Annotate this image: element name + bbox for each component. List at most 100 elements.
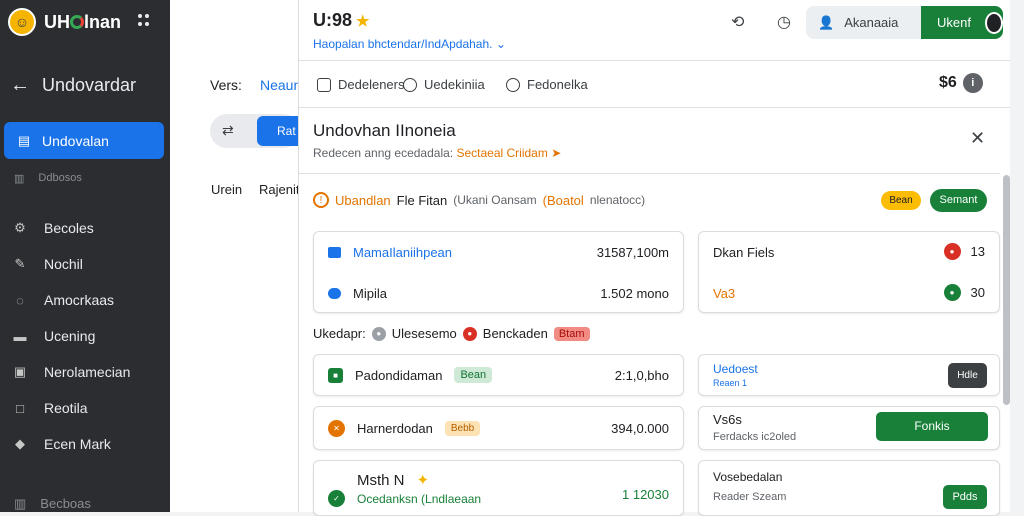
sidebar-footer[interactable]: ▥ Becboas bbox=[14, 496, 91, 512]
action-card: Vs6s Ferdacks ic2oled Fonkis bbox=[698, 406, 1000, 450]
small-green-button[interactable]: Pdds bbox=[943, 485, 987, 509]
apps-grid-icon[interactable] bbox=[138, 14, 150, 26]
sidebar-item-active[interactable]: ▤ Undovalan bbox=[4, 122, 164, 159]
tab-label: Fedonelka bbox=[527, 77, 588, 92]
row-label: Mipila bbox=[353, 286, 387, 301]
list-item[interactable]: Mipila bbox=[328, 286, 387, 301]
row-value: 13 bbox=[970, 244, 985, 259]
back-nav[interactable]: ← Undovardar bbox=[10, 74, 136, 97]
footer-icon: ▥ bbox=[14, 496, 27, 511]
dialog-title: Undovhan IInoneia bbox=[313, 121, 456, 140]
swap-icon[interactable]: ⇄ bbox=[222, 122, 234, 139]
chevron-down-icon[interactable]: ⌄ bbox=[496, 37, 506, 51]
section-label-b: Fle Fitan bbox=[396, 192, 448, 208]
square-icon bbox=[328, 247, 341, 258]
legend: Ukedapr: ● Ulesesemo ● Benckaden Btam bbox=[313, 326, 590, 341]
sidebar-item[interactable]: ▬ Ucening bbox=[12, 318, 130, 354]
tab-fedonelka[interactable]: Fedonelka bbox=[506, 77, 588, 92]
brand-logo-icon bbox=[70, 14, 84, 29]
avatar[interactable]: ☺ bbox=[8, 8, 36, 36]
list-item: Msth N ✦ bbox=[328, 471, 429, 490]
card-label: Msth N bbox=[357, 471, 405, 489]
stats-card: Dkan Fiels ● 13 Va3 ● 30 bbox=[698, 231, 1000, 313]
action-sub: Ferdacks ic2oled bbox=[713, 431, 797, 443]
tag-icon: ◆ bbox=[15, 436, 25, 451]
sidebar-item[interactable]: ◆ Ecen Mark bbox=[12, 426, 130, 462]
list-item[interactable]: MamaIlaniihpean bbox=[328, 245, 452, 260]
action-sub: Reader Szeam bbox=[713, 491, 787, 503]
red-dot-icon: ● bbox=[462, 326, 477, 341]
tools-icon: ✕ bbox=[328, 420, 345, 437]
card-value: 394,0.000 bbox=[611, 421, 669, 436]
item-card[interactable]: Msth N ✦ ✓ Ocedanksn (Lndlaeaan 1 12030 bbox=[313, 460, 684, 516]
status-badge-green[interactable]: Semant bbox=[930, 189, 987, 212]
user-avatar bbox=[984, 11, 1003, 34]
bg-button[interactable]: Rat bbox=[257, 116, 301, 146]
tab-label: Uedekiniia bbox=[424, 77, 485, 92]
brand[interactable]: ☺ UH lnan bbox=[8, 8, 121, 36]
count-badge: $6 i bbox=[939, 73, 983, 93]
row-label: MamaIlaniihpean bbox=[353, 245, 453, 260]
item-card[interactable]: ■ Padondidaman Bean 2:1,0,bho bbox=[313, 354, 684, 396]
sidebar-item[interactable]: ⚙ Becoles bbox=[12, 210, 130, 246]
back-arrow-icon[interactable]: ← bbox=[10, 74, 30, 97]
info-icon[interactable]: i bbox=[962, 73, 983, 93]
action-button[interactable]: Hdle bbox=[948, 363, 987, 388]
row-label: Va3 bbox=[713, 286, 736, 301]
row-value: 31587,100m bbox=[596, 245, 669, 260]
footer-label: Becboas bbox=[40, 496, 91, 511]
row-label: Dkan Fiels bbox=[713, 245, 775, 260]
list-item[interactable]: Va3 bbox=[713, 286, 735, 301]
green-square-icon: ■ bbox=[328, 367, 343, 383]
card-value: 2:1,0,bho bbox=[614, 368, 669, 383]
list-item-sub: ✓ Ocedanksn (Lndlaeaan bbox=[328, 490, 481, 507]
sidebar-item[interactable]: ✎ Nochil bbox=[12, 246, 130, 282]
bg-link[interactable]: Neaun bbox=[260, 77, 301, 93]
tab-uedekiniia[interactable]: Uedekiniia bbox=[403, 77, 485, 92]
sidebar-item[interactable]: ◌ Amocrkaas bbox=[12, 282, 130, 318]
sidebar-item-label: Reotila bbox=[44, 400, 88, 416]
sidebar-item[interactable]: ▣ Nerolamecian bbox=[12, 354, 131, 390]
sidebar-item[interactable]: □ Reotila bbox=[12, 390, 130, 426]
tab-circle-icon bbox=[403, 77, 417, 92]
status-badge-yellow[interactable]: Bean bbox=[881, 191, 921, 210]
bg-label: Vers: bbox=[210, 77, 242, 93]
sync-icon[interactable]: ⟲ bbox=[731, 12, 744, 32]
dialog-sub-text: Redecen anng ecedadala: bbox=[313, 146, 454, 160]
sidebar-sub[interactable]: ▥ Ddbosos bbox=[14, 172, 82, 185]
bg-cell: Rajenit bbox=[259, 182, 300, 197]
card-label: Padondidaman bbox=[355, 367, 443, 383]
count-value: $6 bbox=[939, 74, 957, 91]
card-tag: Bean bbox=[454, 367, 493, 383]
primary-button[interactable]: Fonkis bbox=[876, 412, 988, 441]
sidebar-item-label: Becoles bbox=[44, 220, 94, 236]
scrollbar[interactable] bbox=[1003, 175, 1010, 405]
folder-icon: ▬ bbox=[13, 328, 27, 344]
sidebar-item-label: Ecen Mark bbox=[44, 436, 111, 452]
history-icon[interactable]: ◷ bbox=[777, 12, 791, 32]
item-card[interactable]: ✕ Harnerdodan Bebb 394,0.000 bbox=[313, 406, 684, 450]
action-card: Vosebedalan Reader Szeam Pdds bbox=[698, 460, 1000, 516]
sidebar-list: ⚙ Becoles ✎ Nochil ◌ Amocrkaas ▬ Ucening ▣ Nerola… bbox=[12, 210, 131, 462]
legend-label: Ukedapr: bbox=[313, 326, 366, 341]
star-icon[interactable]: ★ bbox=[356, 13, 369, 30]
breadcrumb[interactable]: Haopalan bhctendar/IndApdahah. ⌄ bbox=[313, 37, 506, 51]
row-value: 30 bbox=[970, 285, 985, 300]
close-icon[interactable]: ✕ bbox=[970, 128, 985, 149]
sub-icon: ▥ bbox=[14, 173, 25, 185]
action-sub: Reaen 1 bbox=[713, 378, 748, 388]
section-label: Ubandlan bbox=[335, 192, 391, 208]
warning-icon: ! bbox=[313, 192, 329, 208]
account-button[interactable]: 👤 Akanaaia bbox=[806, 6, 922, 39]
user-button[interactable]: Ukenf bbox=[921, 6, 1003, 39]
gray-dot-icon: ● bbox=[371, 326, 386, 341]
list-item[interactable]: Dkan Fiels bbox=[713, 245, 774, 260]
breadcrumb-text: Haopalan bhctendar/IndApdahah. bbox=[313, 37, 493, 51]
row-value-wrap: ● 30 bbox=[943, 284, 985, 301]
brand-name: UH lnan bbox=[44, 12, 121, 33]
pen-icon: ✎ bbox=[14, 256, 26, 271]
action-title: Vosebedalan bbox=[713, 470, 783, 484]
doc-icon: □ bbox=[16, 400, 24, 416]
arrow-icon: ➤ bbox=[551, 146, 562, 160]
tab-dedeleners[interactable]: Dedeleners bbox=[317, 77, 405, 92]
